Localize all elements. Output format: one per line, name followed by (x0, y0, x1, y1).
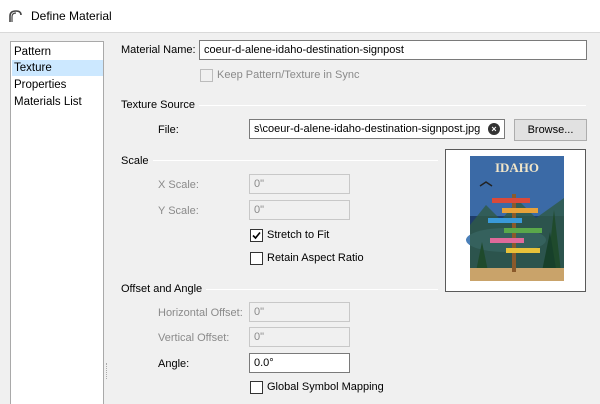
file-path-input[interactable]: s\coeur-d-alene-idaho-destination-signpo… (249, 119, 505, 139)
scale-heading: Scale (121, 155, 153, 167)
global-symbol-mapping-checkbox[interactable] (250, 381, 263, 394)
file-label: File: (158, 124, 179, 136)
sidebar-item-pattern[interactable]: Pattern (12, 44, 103, 60)
scale-divider (121, 160, 438, 161)
preview-sign-text: IDAHO (495, 160, 539, 175)
splitter-grip[interactable] (106, 363, 109, 379)
checkmark-icon (252, 231, 261, 240)
retain-aspect-checkbox[interactable] (250, 252, 263, 265)
arch-icon (9, 10, 22, 22)
global-symbol-mapping-label: Global Symbol Mapping (267, 381, 384, 393)
file-path-value: s\coeur-d-alene-idaho-destination-signpo… (254, 123, 481, 135)
horizontal-offset-input[interactable]: 0" (249, 302, 350, 322)
sidebar-item-properties[interactable]: Properties (12, 77, 103, 93)
title-bar: Define Material (0, 0, 600, 32)
y-scale-input[interactable]: 0" (249, 200, 350, 220)
texture-preview-image: IDAHO (466, 156, 564, 281)
window-title: Define Material (31, 9, 112, 23)
x-scale-label: X Scale: (158, 179, 199, 191)
dialog-client: Pattern Texture Properties Materials Lis… (0, 32, 600, 404)
sidebar-item-texture[interactable]: Texture (12, 60, 103, 76)
keep-sync-label: Keep Pattern/Texture in Sync (217, 69, 360, 81)
texture-preview: IDAHO (445, 149, 586, 292)
offset-heading: Offset and Angle (121, 283, 207, 295)
retain-aspect-label: Retain Aspect Ratio (267, 252, 364, 264)
vertical-offset-label: Vertical Offset: (158, 332, 230, 344)
stretch-to-fit-checkbox[interactable] (250, 229, 263, 242)
horizontal-offset-label: Horizontal Offset: (158, 307, 243, 319)
sidebar-item-materials-list[interactable]: Materials List (12, 94, 103, 110)
material-name-input[interactable]: coeur-d-alene-idaho-destination-signpost (199, 40, 587, 60)
angle-label: Angle: (158, 358, 190, 370)
angle-input[interactable]: 0.0° (249, 353, 350, 373)
material-name-label: Material Name: (121, 44, 196, 56)
keep-sync-checkbox[interactable] (200, 69, 213, 82)
vertical-offset-input[interactable]: 0" (249, 327, 350, 347)
category-list[interactable]: Pattern Texture Properties Materials Lis… (10, 41, 104, 404)
x-scale-input[interactable]: 0" (249, 174, 350, 194)
y-scale-label: Y Scale: (158, 205, 199, 217)
browse-button[interactable]: Browse... (514, 119, 587, 141)
clear-file-icon[interactable]: × (488, 123, 500, 135)
texture-source-heading: Texture Source (121, 99, 199, 111)
stretch-to-fit-label: Stretch to Fit (267, 229, 330, 241)
